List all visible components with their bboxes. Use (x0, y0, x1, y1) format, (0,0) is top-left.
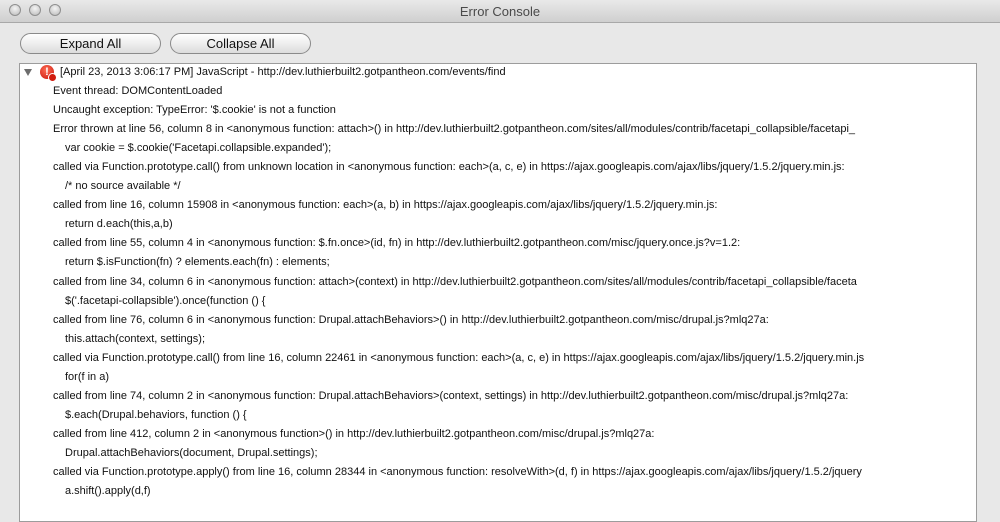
toolbar: Expand All Collapse All (0, 23, 1000, 63)
source-code-line: /* no source available */ (65, 180, 181, 192)
collapse-all-button[interactable]: Collapse All (170, 33, 311, 54)
error-badge-icon (48, 73, 57, 82)
error-log-panel[interactable]: ! [April 23, 2013 3:06:17 PM] JavaScript… (19, 63, 977, 522)
window-title: Error Console (459, 4, 541, 19)
source-code-line: return d.each(this,a,b) (65, 218, 173, 230)
error-icon: ! (40, 65, 57, 82)
source-code-line: this.attach(context, settings); (65, 333, 206, 345)
stack-trace-line: called via Function.prototype.apply() fr… (53, 466, 862, 478)
stack-trace-line: called from line 34, column 6 in <anonym… (53, 276, 857, 288)
error-entry-title: [April 23, 2013 3:06:17 PM] JavaScript -… (60, 66, 506, 78)
stack-trace-line: called from line 55, column 4 in <anonym… (53, 237, 741, 249)
source-code-line: var cookie = $.cookie('Facetapi.collapsi… (65, 142, 332, 154)
stack-trace-line: Uncaught exception: TypeError: '$.cookie… (53, 104, 336, 116)
stack-trace-line: called via Function.prototype.call() fro… (53, 161, 845, 173)
error-entry-header[interactable]: ! [April 23, 2013 3:06:17 PM] JavaScript… (20, 64, 976, 83)
source-code-line: $.each(Drupal.behaviors, function () { (65, 409, 247, 421)
source-code-line: return $.isFunction(fn) ? elements.each(… (65, 256, 330, 268)
stack-trace-line: called via Function.prototype.call() fro… (53, 352, 865, 364)
stack-trace-line: Error thrown at line 56, column 8 in <an… (53, 123, 856, 135)
source-code-line: Drupal.attachBehaviors(document, Drupal.… (65, 447, 318, 459)
error-console-window: Error Console Expand All Collapse All ! … (0, 0, 1000, 522)
title-bar[interactable]: Error Console (0, 0, 1000, 23)
expand-all-button[interactable]: Expand All (20, 33, 161, 54)
stack-trace-line: called from line 74, column 2 in <anonym… (53, 390, 849, 402)
disclosure-triangle-icon[interactable] (24, 69, 32, 76)
source-code-line: $('.facetapi-collapsible').once(function… (65, 295, 266, 307)
stack-trace-line: Event thread: DOMContentLoaded (53, 85, 223, 97)
source-code-line: for(f in a) (65, 371, 110, 383)
source-code-line: a.shift().apply(d,f) (65, 485, 151, 497)
stack-trace-line: called from line 16, column 15908 in <an… (53, 199, 718, 211)
stack-trace-line: called from line 412, column 2 in <anony… (53, 428, 655, 440)
stack-trace-line: called from line 76, column 6 in <anonym… (53, 314, 769, 326)
